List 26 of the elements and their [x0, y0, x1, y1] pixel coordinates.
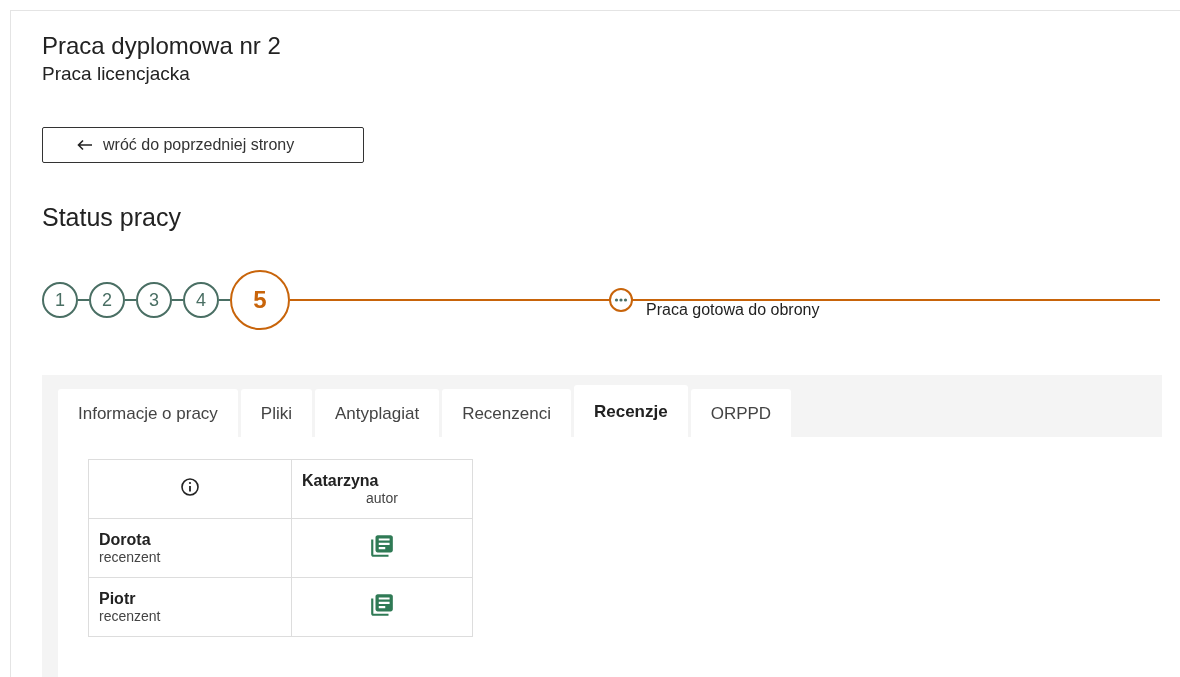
author-name: Katarzyna [302, 472, 380, 490]
step-circle[interactable]: 2 [89, 282, 125, 318]
review-document-icon[interactable] [369, 592, 395, 618]
section-heading: Status pracy [42, 203, 182, 232]
step-circle[interactable]: 4 [183, 282, 219, 318]
back-button[interactable]: wróć do poprzedniej strony [42, 127, 364, 163]
tab[interactable]: Informacje o pracy [58, 389, 238, 437]
author-role: autor [365, 490, 399, 506]
reviewer-name: Piotr [99, 590, 137, 608]
review-document-icon[interactable] [369, 533, 395, 559]
tab[interactable]: Pliki [240, 389, 312, 437]
tab[interactable]: Recenzje [573, 385, 688, 437]
tab[interactable]: Antyplagiat [315, 389, 440, 437]
reviewer-role: recenzent [99, 608, 162, 624]
reviewer-name: Dorota [99, 531, 152, 549]
page-title: Praca dyplomowa nr 2 [42, 31, 282, 61]
step-circle[interactable]: 3 [136, 282, 172, 318]
left-arrow-icon [77, 139, 93, 151]
tab[interactable]: Recenzenci [442, 389, 571, 437]
milestone-label: Praca gotowa do obrony [646, 301, 820, 319]
tab[interactable]: ORPPD [690, 389, 792, 437]
step-circle[interactable]: 1 [42, 282, 78, 318]
reviewer-role: recenzent [99, 549, 162, 565]
step-circle[interactable]: 5 [230, 270, 290, 330]
page-subtitle: Praca licencjacka [42, 63, 191, 85]
info-icon [180, 477, 200, 497]
